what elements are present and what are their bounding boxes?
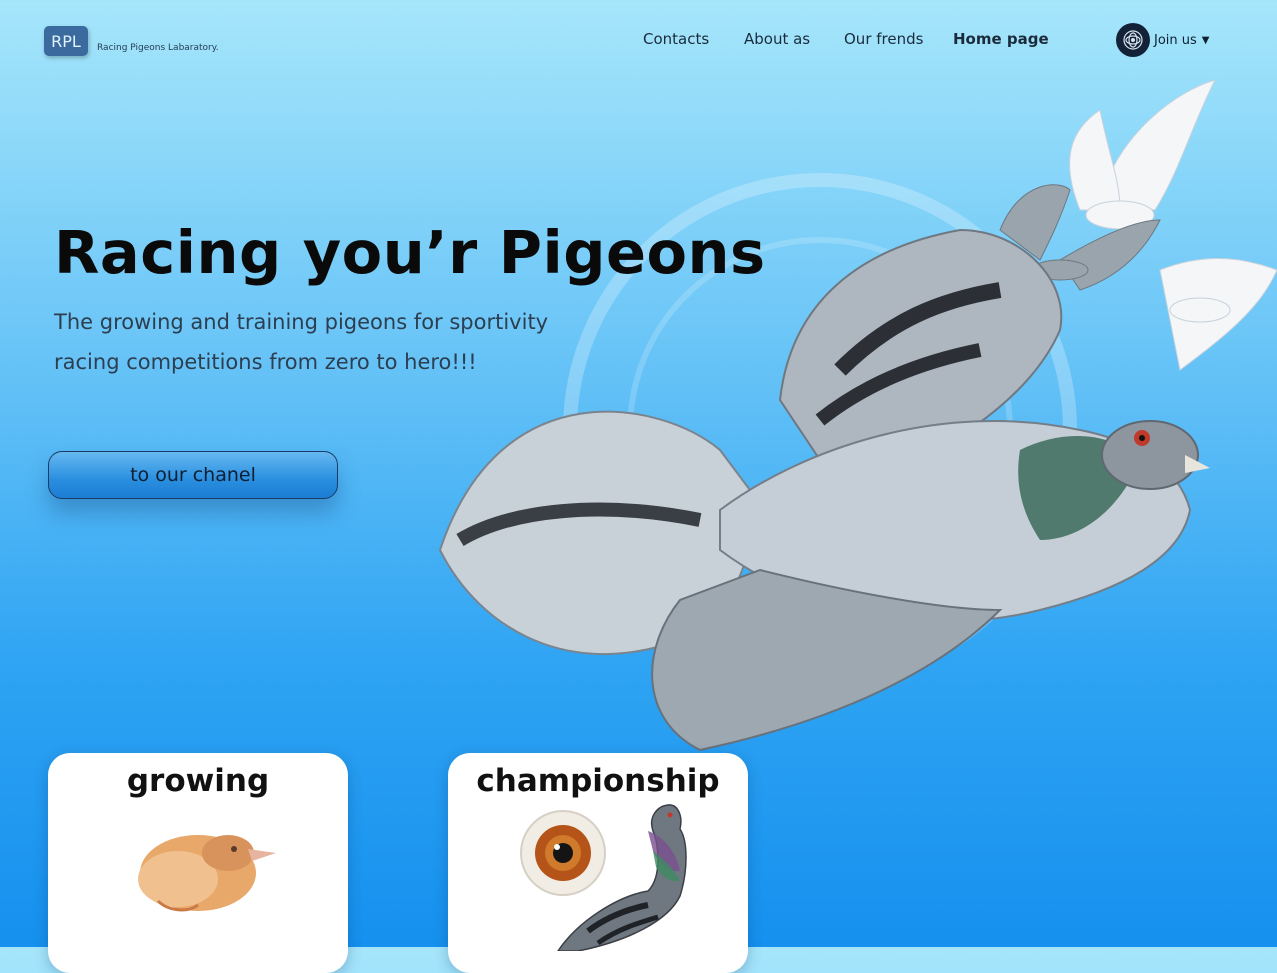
card-title: growing [126,763,270,799]
nav-contacts[interactable]: Contacts [643,30,709,48]
logo-mark: RPL [44,26,88,56]
pigeon-chick-image [138,835,276,912]
nav-about[interactable]: About as [744,30,810,48]
site-logo[interactable]: RPL Racing Pigeons Labaratory. [44,26,219,56]
logo-name: Racing Pigeons Labaratory. [97,43,219,53]
card-title: championship [476,763,720,799]
chevron-down-icon: ▼ [1201,34,1210,46]
avatar-icon [1116,23,1150,57]
hero-subtitle-line-2: racing competitions from zero to hero!!! [54,350,477,374]
hero-subtitle: The growing and training pigeons for spo… [54,302,654,382]
racing-pigeon-image [520,804,687,951]
hero-title: Racing you’r Pigeons [54,218,766,287]
to-our-channel-button[interactable]: to our chanel [48,451,338,499]
nav-home-page[interactable]: Home page [953,30,1049,48]
join-us-label: Join us [1154,32,1197,48]
hero-subtitle-line-1: The growing and training pigeons for spo… [54,310,549,334]
card-growing[interactable]: growing [48,753,348,973]
nav-friends[interactable]: Our frends [844,30,923,48]
join-us-menu[interactable]: Join us ▼ [1116,23,1210,57]
flying-pigeon-illustration [438,79,1277,752]
card-championship[interactable]: championship [448,753,748,973]
